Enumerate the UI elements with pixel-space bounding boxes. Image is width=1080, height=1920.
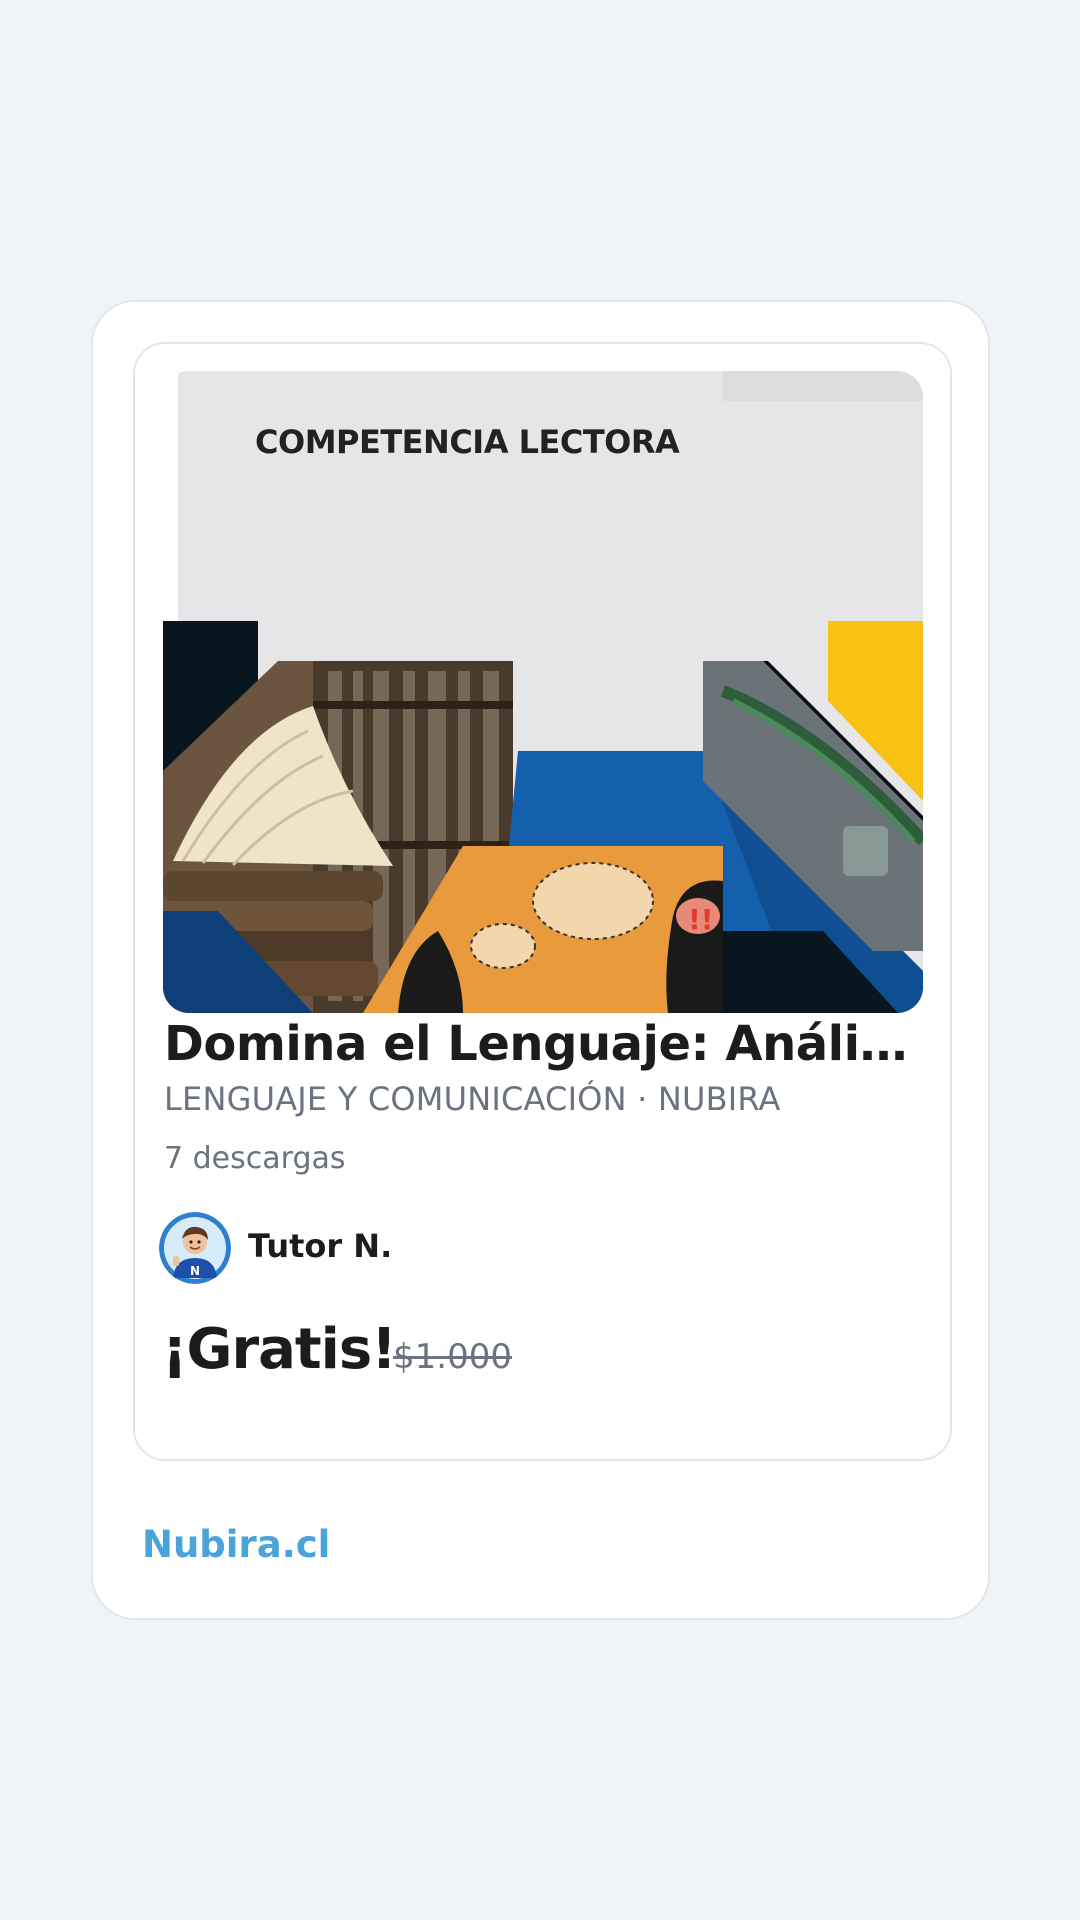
author-name[interactable]: Tutor N.	[248, 1227, 392, 1265]
cover-illustration: !!	[163, 371, 923, 1013]
cover-heading: COMPETENCIA LECTORA	[255, 423, 680, 461]
brand-link[interactable]: Nubira.cl	[142, 1523, 330, 1566]
product-title[interactable]: Domina el Lenguaje: Análisis...	[164, 1016, 924, 1072]
download-count: 7 descargas	[164, 1141, 346, 1176]
product-cover-image[interactable]: !! COMPETENCIA LECTORA	[163, 371, 923, 1013]
svg-text:!!: !!	[688, 903, 714, 936]
share-card: !! COMPETENCIA LECTORA Domina el Lenguaj…	[91, 300, 990, 1620]
price-current: ¡Gratis!	[162, 1317, 397, 1382]
product-card[interactable]: !! COMPETENCIA LECTORA Domina el Lenguaj…	[133, 342, 952, 1461]
product-category: LENGUAJE Y COMUNICACIÓN · NUBIRA	[164, 1080, 781, 1118]
price-original: $1.000	[393, 1337, 512, 1377]
svg-text:N: N	[190, 1264, 200, 1278]
tutor-avatar-icon[interactable]: N	[159, 1212, 231, 1284]
